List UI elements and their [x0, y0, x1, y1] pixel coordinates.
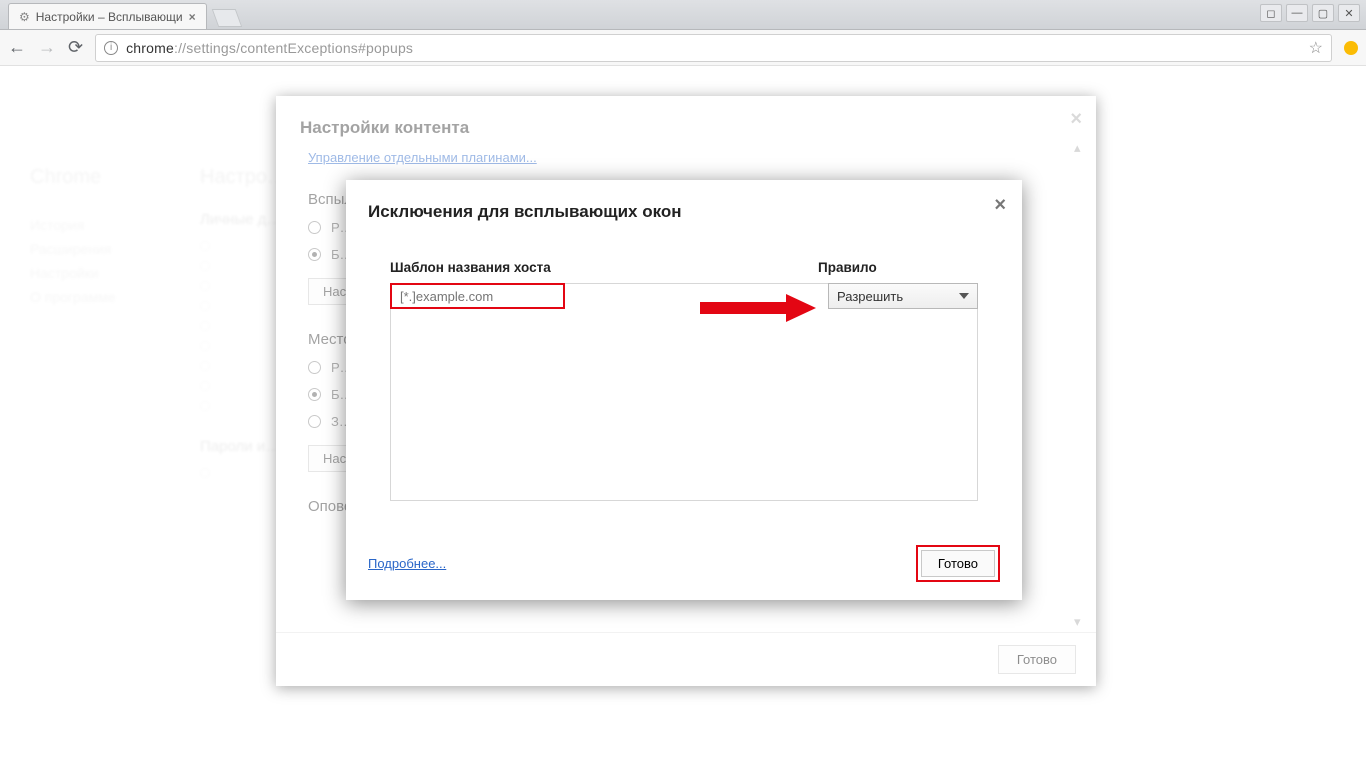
maximize-button[interactable]: ▢: [1312, 4, 1334, 22]
back-button[interactable]: ←: [8, 37, 26, 58]
toolbar: ← → ⟳ i chrome://settings/contentExcepti…: [0, 30, 1366, 66]
minimize-button[interactable]: —: [1286, 4, 1308, 22]
reload-button[interactable]: ⟳: [68, 37, 83, 58]
gear-icon: ⚙: [19, 10, 30, 24]
done-highlight: Готово: [916, 545, 1000, 582]
user-icon[interactable]: ◻: [1260, 4, 1282, 22]
popup-exceptions-modal: Исключения для всплывающих окон × Шаблон…: [346, 180, 1022, 600]
forward-button[interactable]: →: [38, 37, 56, 58]
exceptions-table-header: Шаблон названия хоста Правило: [368, 260, 1000, 275]
exceptions-table: Разрешить: [390, 283, 978, 501]
browser-tabstrip: ⚙ Настройки – Всплывающи × ◻ — ▢ ✕: [0, 0, 1366, 30]
col-host-header: Шаблон названия хоста: [390, 260, 818, 275]
bookmark-star-icon[interactable]: ☆: [1309, 38, 1323, 58]
tab-title: Настройки – Всплывающи: [36, 10, 183, 24]
learn-more-link[interactable]: Подробнее...: [368, 556, 446, 571]
chevron-down-icon: [959, 293, 969, 299]
exception-row: Разрешить: [391, 284, 977, 309]
col-rule-header: Правило: [818, 260, 978, 275]
extension-icon[interactable]: [1344, 41, 1358, 55]
browser-tab[interactable]: ⚙ Настройки – Всплывающи ×: [8, 3, 207, 29]
popup-exceptions-title: Исключения для всплывающих окон: [368, 202, 1000, 222]
address-bar[interactable]: i chrome://settings/contentExceptions#po…: [95, 34, 1332, 62]
host-pattern-input[interactable]: [390, 283, 565, 309]
rule-select-value: Разрешить: [837, 289, 903, 304]
site-info-icon[interactable]: i: [104, 41, 118, 55]
close-icon[interactable]: ×: [994, 194, 1006, 217]
close-window-button[interactable]: ✕: [1338, 4, 1360, 22]
url-text: chrome://settings/contentExceptions#popu…: [126, 40, 413, 56]
new-tab-button[interactable]: [211, 9, 242, 27]
rule-select[interactable]: Разрешить: [828, 283, 978, 309]
done-button[interactable]: Готово: [921, 550, 995, 577]
close-tab-icon[interactable]: ×: [189, 10, 196, 24]
